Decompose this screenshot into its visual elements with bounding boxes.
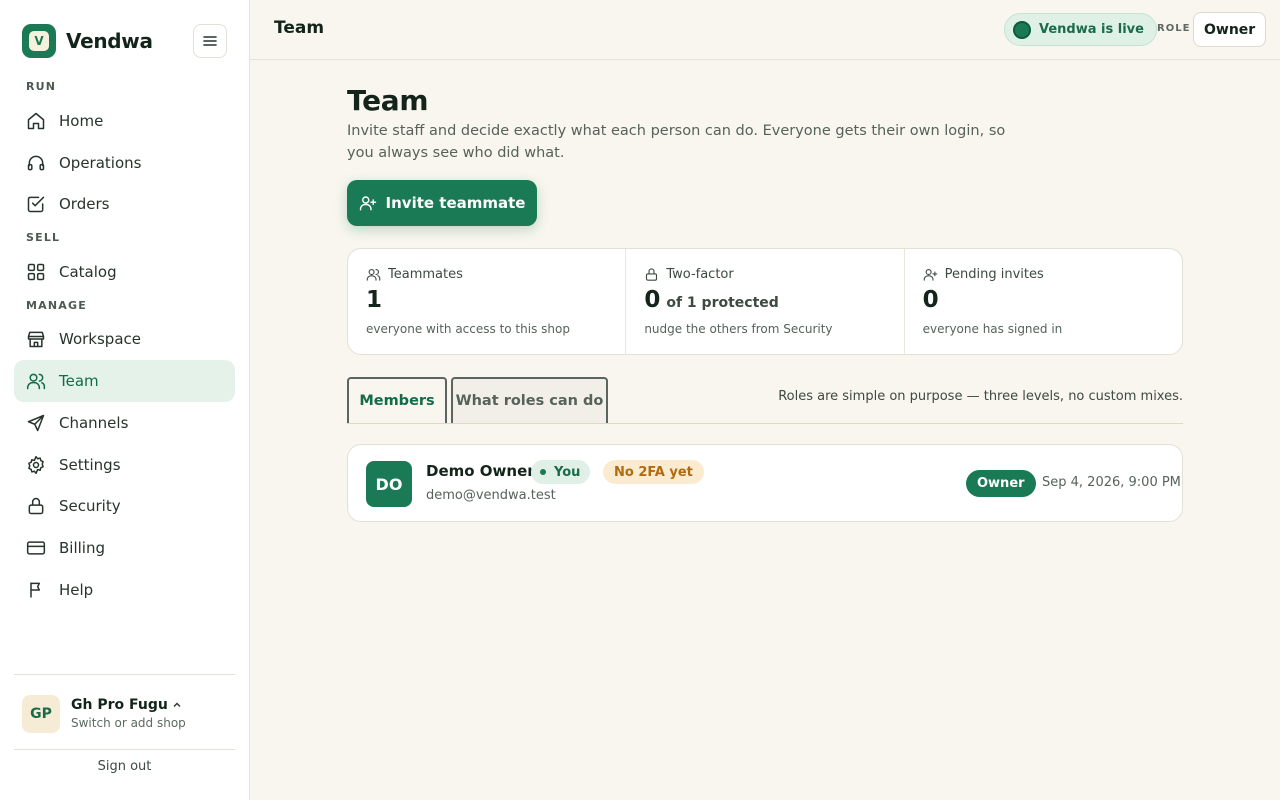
- topbar-title: Team: [274, 18, 325, 38]
- sidebar-item-channels[interactable]: Channels: [14, 402, 235, 444]
- section-label-manage: MANAGE: [26, 299, 87, 312]
- sidebar-item-label: Orders: [59, 195, 110, 213]
- sidebar-item-label: Workspace: [59, 330, 141, 348]
- tab-what-roles-can-do[interactable]: What roles can do: [451, 377, 608, 423]
- brand-name: Vendwa: [66, 29, 153, 53]
- invite-teammate-button[interactable]: Invite teammate: [347, 180, 537, 226]
- sidebar-item-help[interactable]: Help: [14, 569, 235, 611]
- grid-icon: [27, 263, 45, 281]
- tabs-note: Roles are simple on purpose — three leve…: [778, 389, 1183, 404]
- checkbox-icon: [27, 196, 45, 213]
- sidebar-item-label: Channels: [59, 414, 129, 432]
- shop-switcher[interactable]: Gh Pro Fugu: [71, 697, 182, 713]
- user-plus-icon: [359, 196, 376, 211]
- divider: [14, 674, 235, 675]
- sidebar-item-team[interactable]: Team: [14, 360, 235, 402]
- role-badge[interactable]: Owner: [966, 470, 1036, 497]
- stat-pending-invites: Pending invites 0 everyone has signed in: [905, 249, 1182, 354]
- stat-note: everyone has signed in: [922, 322, 1063, 336]
- topbar: Team Vendwa is live ROLE Owner: [250, 0, 1280, 60]
- stat-note: nudge the others from Security: [644, 322, 833, 336]
- page-description: Invite staff and decide exactly what eac…: [347, 123, 1006, 161]
- stat-value: 0: [644, 287, 661, 313]
- shop-name: Gh Pro Fugu: [71, 697, 168, 713]
- stat-value: 1: [366, 287, 383, 313]
- chevron-up-icon: [173, 702, 181, 707]
- sidebar-item-label: Operations: [59, 154, 142, 172]
- stat-label: Two-factor: [666, 267, 734, 282]
- page-title: Team: [347, 84, 429, 117]
- headset-icon: [27, 155, 45, 171]
- stat-teammates: Teammates 1 everyone with access to this…: [348, 249, 627, 354]
- member-row[interactable]: DO Demo Owner You No 2FA yet demo@vendwa…: [347, 444, 1183, 522]
- brand-logo-letter: V: [29, 31, 49, 51]
- live-dot-icon: [1013, 20, 1031, 39]
- stat-value: 0: [922, 287, 939, 313]
- sidebar-item-label: Help: [59, 581, 94, 599]
- shop-avatar[interactable]: GP: [22, 695, 60, 733]
- stat-value-sub: of 1 protected: [666, 295, 779, 311]
- member-name: Demo Owner: [426, 462, 535, 480]
- sidebar-item-label: Settings: [59, 456, 121, 474]
- dot-icon: [540, 469, 546, 475]
- stat-note: everyone with access to this shop: [366, 322, 570, 336]
- sidebar-item-settings[interactable]: Settings: [14, 444, 235, 486]
- role-label: ROLE: [1157, 23, 1191, 34]
- divider: [14, 749, 235, 750]
- tab-members[interactable]: Members: [347, 377, 447, 423]
- section-label-sell: SELL: [26, 231, 61, 244]
- sidebar-item-label: Catalog: [59, 263, 117, 281]
- no-2fa-badge: No 2FA yet: [603, 460, 704, 484]
- shop-subtitle: Switch or add shop: [71, 716, 186, 730]
- stat-label: Teammates: [388, 267, 463, 282]
- section-label-run: RUN: [26, 80, 57, 93]
- hamburger-icon: [203, 36, 217, 46]
- home-icon: [27, 112, 45, 130]
- avatar: DO: [366, 461, 412, 507]
- sidebar-item-label: Home: [59, 112, 104, 130]
- sidebar: V Vendwa RUN Home Operations Orders SELL…: [0, 0, 250, 800]
- flag-icon: [30, 582, 41, 598]
- card-icon: [26, 541, 46, 555]
- divider: [347, 423, 1183, 424]
- store-icon: [27, 331, 45, 348]
- stats-card: Teammates 1 everyone with access to this…: [347, 248, 1183, 355]
- sidebar-item-orders[interactable]: Orders: [14, 183, 235, 225]
- member-date: Sep 4, 2026, 9:00 PM: [1042, 475, 1181, 490]
- sidebar-item-catalog[interactable]: Catalog: [14, 251, 235, 293]
- sidebar-item-billing[interactable]: Billing: [14, 527, 235, 569]
- sidebar-item-label: Team: [59, 372, 99, 390]
- lock-icon: [28, 497, 44, 515]
- users-icon: [26, 373, 46, 390]
- member-email: demo@vendwa.test: [426, 488, 556, 503]
- role-select[interactable]: Owner: [1193, 12, 1267, 47]
- live-status-text: Vendwa is live: [1039, 22, 1144, 37]
- you-badge-label: You: [554, 464, 581, 480]
- invite-teammate-label: Invite teammate: [385, 194, 526, 212]
- user-plus-icon: [923, 268, 937, 281]
- users-icon: [366, 268, 381, 281]
- gear-icon: [28, 455, 44, 475]
- brand-logo: V: [22, 24, 56, 58]
- sidebar-item-label: Security: [59, 497, 121, 515]
- brand[interactable]: V Vendwa: [22, 24, 153, 58]
- live-status-badge[interactable]: Vendwa is live: [1004, 13, 1157, 46]
- sidebar-item-label: Billing: [59, 539, 105, 557]
- sidebar-item-workspace[interactable]: Workspace: [14, 318, 235, 360]
- stat-label: Pending invites: [944, 267, 1044, 282]
- stat-two-factor: Two-factor 0 of 1 protected nudge the ot…: [626, 249, 905, 354]
- sidebar-item-security[interactable]: Security: [14, 485, 235, 527]
- lock-icon: [646, 268, 658, 281]
- menu-toggle-button[interactable]: [193, 24, 227, 58]
- you-badge: You: [531, 460, 591, 484]
- sidebar-item-operations[interactable]: Operations: [14, 142, 235, 184]
- send-icon: [27, 414, 45, 432]
- sidebar-item-home[interactable]: Home: [14, 100, 235, 142]
- sign-out-button[interactable]: Sign out: [14, 759, 235, 774]
